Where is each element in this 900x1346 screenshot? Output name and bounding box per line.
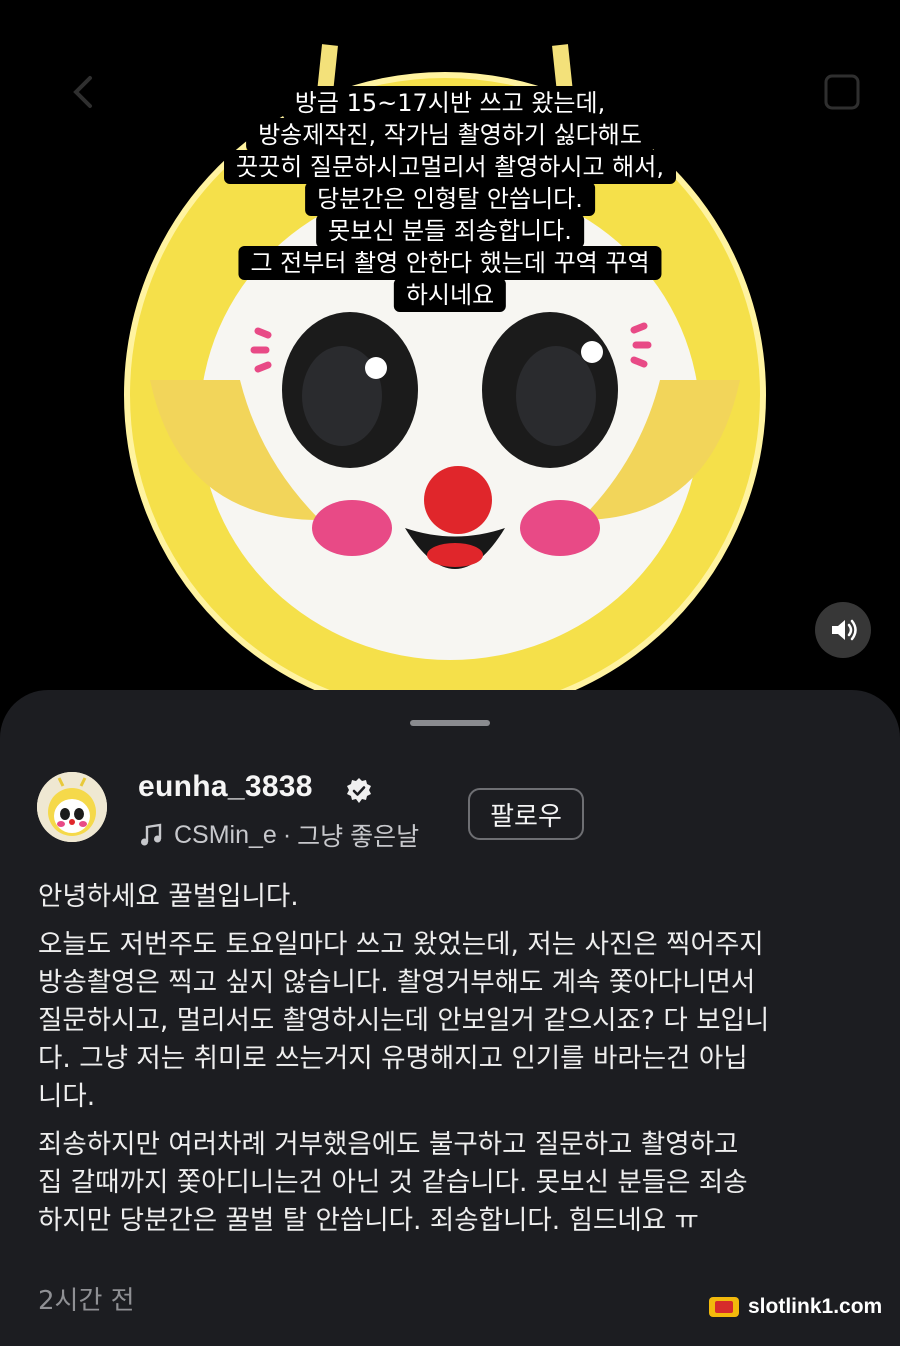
caption-line: 당분간은 인형탈 안씁니다. <box>305 182 595 216</box>
watermark-logo-icon <box>709 1297 739 1317</box>
music-artist: CSMin_e <box>174 820 277 849</box>
music-info[interactable]: CSMin_e · 그냥 좋은날 <box>138 817 419 853</box>
bee-avatar-icon <box>37 772 107 842</box>
speaker-on-icon <box>832 619 857 641</box>
post-timestamp: 2시간 전 <box>38 1286 135 1316</box>
watermark-text: slotlink1.com <box>748 1295 883 1318</box>
caption-line: 방금 15~17시반 쓰고 왔는데, <box>282 86 618 120</box>
music-song: 그냥 좋은날 <box>297 823 420 851</box>
caption-line: 방송제작진, 작가님 촬영하기 싫다해도 <box>246 118 654 152</box>
caption-line: 끗끗히 질문하시고멀리서 촬영하시고 해서, <box>224 150 676 184</box>
caption-line: 하시네요 <box>393 278 507 312</box>
story-media[interactable]: 방금 15~17시반 쓰고 왔는데, 방송제작진, 작가님 촬영하기 싫다해도 … <box>0 0 900 700</box>
avatar[interactable] <box>37 772 107 842</box>
watermark: slotlink1.com <box>708 1290 882 1324</box>
verified-badge-icon <box>347 778 371 803</box>
caption-line: 못보신 분들 죄송합니다. <box>316 214 584 248</box>
post-paragraph: 안녕하세요 꿀벌입니다. <box>38 881 299 912</box>
caption-line: 그 전부터 촬영 안한다 했는데 꾸역 꾸역 <box>238 246 662 280</box>
drag-handle[interactable] <box>410 720 490 726</box>
post-sheet: eunha_3838 CSMin_e · 그냥 좋은날 팔로우 안녕하세요 꿀벌… <box>0 690 900 1346</box>
music-separator: · <box>282 820 292 849</box>
username[interactable]: eunha_3838 <box>138 770 313 804</box>
music-note-icon <box>141 823 162 846</box>
post-body: 안녕하세요 꿀벌입니다. 오늘도 저번주도 토요일마다 쓰고 왔었는데, 저는 … <box>38 878 868 1250</box>
post-paragraph: 오늘도 저번주도 토요일마다 쓰고 왔었는데, 저는 사진은 찍어주지 방송촬영… <box>38 929 770 1112</box>
post-paragraph: 죄송하지만 여러차례 거부했음에도 불구하고 질문하고 촬영하고 집 갈때까지 … <box>38 1129 748 1236</box>
follow-button[interactable]: 팔로우 <box>468 788 584 840</box>
sound-toggle-button[interactable] <box>815 602 871 658</box>
